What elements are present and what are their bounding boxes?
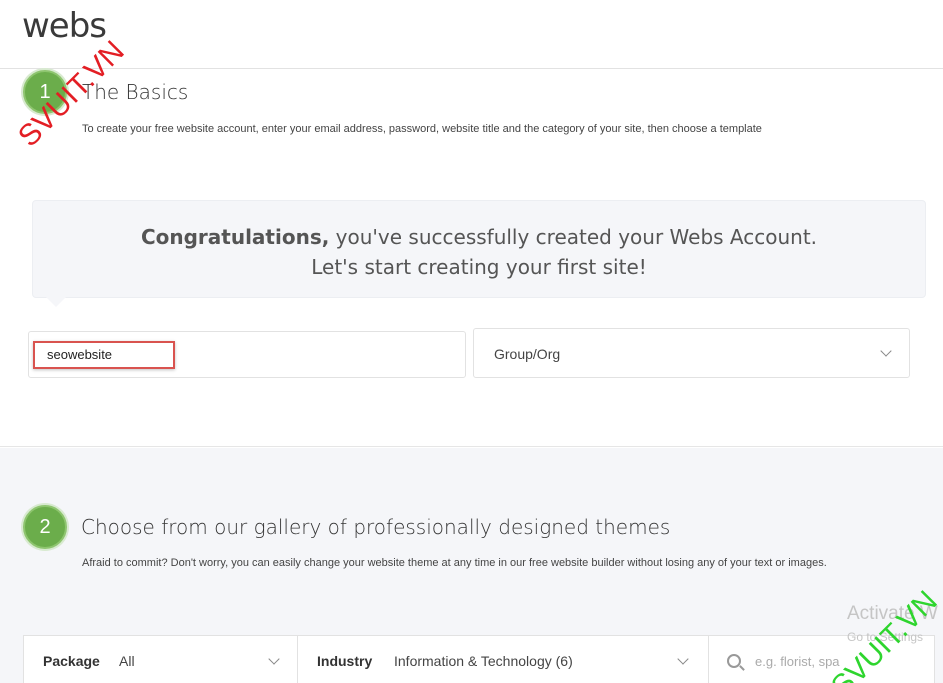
step-1-badge: 1: [23, 70, 67, 114]
package-label: Package: [43, 653, 100, 669]
industry-label: Industry: [317, 653, 373, 669]
theme-search: [709, 636, 934, 683]
step-1-title: The Basics: [82, 80, 189, 104]
site-category-select[interactable]: Group/Org: [473, 328, 910, 378]
site-title-input[interactable]: [47, 344, 427, 364]
top-header: webs: [0, 0, 943, 69]
theme-search-input[interactable]: [755, 651, 905, 671]
congrats-bold: Congratulations,: [140, 225, 330, 249]
industry-value: Information & Technology (6): [394, 653, 573, 669]
step-2-title: Choose from our gallery of professionall…: [81, 515, 671, 539]
congrats-message: Congratulations, you've successfully cre…: [33, 225, 925, 249]
step-2-description: Afraid to commit? Don't worry, you can e…: [82, 557, 827, 569]
banner-pointer: [46, 297, 66, 307]
theme-filter-bar: Package All Industry Information & Techn…: [23, 635, 935, 683]
site-category-value: Group/Org: [494, 346, 561, 362]
package-filter[interactable]: Package All: [24, 636, 298, 683]
chevron-down-icon: [880, 345, 892, 357]
chevron-down-icon: [677, 653, 689, 665]
site-title-field[interactable]: [28, 331, 466, 378]
step-2-badge: 2: [23, 505, 67, 549]
step-1-description: To create your free website account, ent…: [82, 123, 762, 135]
congrats-rest: you've successfully created your Webs Ac…: [329, 225, 818, 249]
congrats-subline: Let's start creating your first site!: [311, 255, 647, 279]
chevron-down-icon: [268, 653, 280, 665]
search-icon: [727, 654, 741, 668]
webs-logo[interactable]: webs: [22, 6, 107, 46]
industry-filter[interactable]: Industry Information & Technology (6): [298, 636, 709, 683]
congrats-banner: Congratulations, you've successfully cre…: [32, 200, 926, 298]
package-value: All: [119, 653, 135, 669]
